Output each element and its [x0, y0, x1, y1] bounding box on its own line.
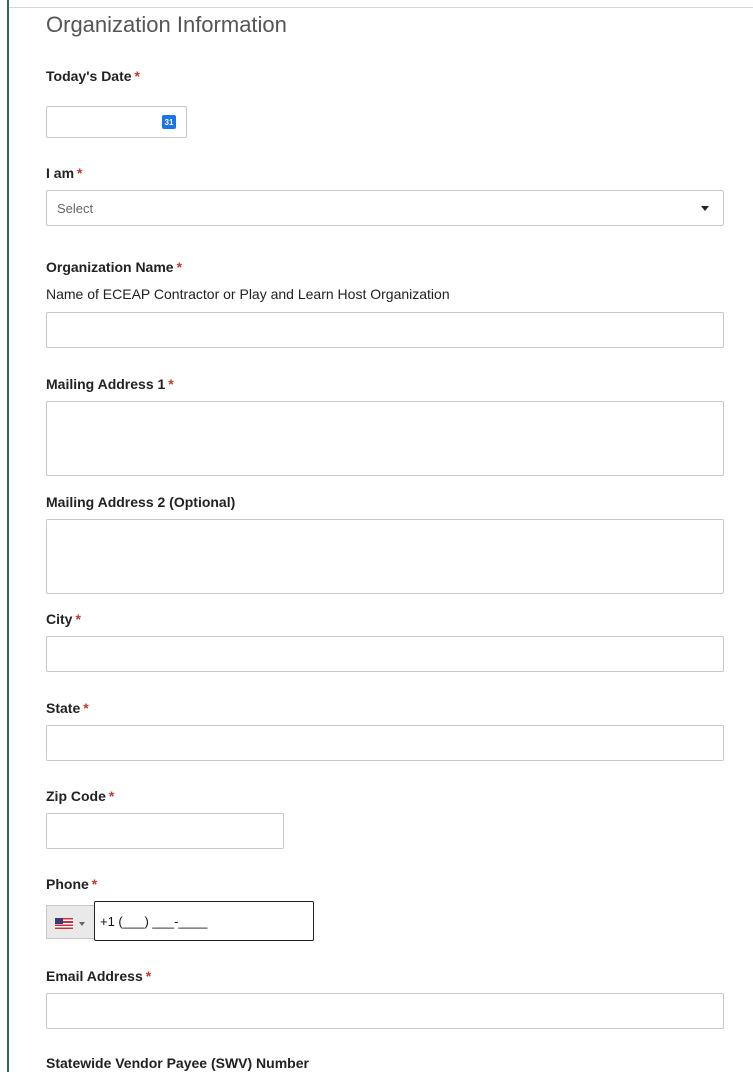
swv-number-label-text: Statewide Vendor Payee (SWV) Number: [46, 1055, 309, 1071]
phone-label-text: Phone: [46, 876, 89, 892]
mailing-address-2-textarea[interactable]: [46, 519, 724, 594]
city-label-text: City: [46, 611, 73, 627]
i-am-select[interactable]: Select: [46, 190, 724, 226]
state-label: State *: [46, 700, 89, 716]
required-marker: *: [176, 259, 183, 275]
todays-date-label-text: Today's Date: [46, 68, 132, 84]
todays-date-input[interactable]: 31: [46, 106, 187, 138]
i-am-label: I am *: [46, 165, 82, 181]
organization-name-label-text: Organization Name: [46, 259, 174, 275]
mailing-address-1-label-text: Mailing Address 1: [46, 376, 166, 392]
chevron-down-icon: [79, 922, 85, 926]
email-input[interactable]: [46, 993, 724, 1029]
i-am-label-text: I am: [46, 165, 75, 181]
organization-name-label: Organization Name *: [46, 259, 182, 275]
mailing-address-2-label-text: Mailing Address 2 (Optional): [46, 494, 236, 510]
organization-name-input[interactable]: [46, 312, 724, 348]
zip-code-input[interactable]: [46, 813, 284, 849]
email-label-text: Email Address: [46, 968, 143, 984]
i-am-selected-value: Select: [57, 201, 94, 216]
section-title: Organization Information: [46, 12, 287, 37]
swv-number-label: Statewide Vendor Payee (SWV) Number: [46, 1055, 309, 1071]
us-flag-icon: [55, 918, 73, 929]
todays-date-label: Today's Date *: [46, 68, 140, 84]
required-marker: *: [134, 68, 140, 84]
city-input[interactable]: [46, 636, 724, 672]
required-marker: *: [75, 611, 81, 627]
phone-label: Phone *: [46, 876, 97, 892]
organization-name-help: Name of ECEAP Contractor or Play and Lea…: [46, 286, 450, 302]
email-label: Email Address *: [46, 968, 151, 984]
state-label-text: State: [46, 700, 81, 716]
city-label: City *: [46, 611, 81, 627]
required-marker: *: [77, 165, 83, 181]
phone-field: +1 (___) ___-____: [46, 901, 314, 941]
zip-code-label-text: Zip Code: [46, 788, 106, 804]
required-marker: *: [168, 376, 174, 392]
zip-code-label: Zip Code *: [46, 788, 114, 804]
required-marker: *: [145, 968, 152, 984]
country-selector[interactable]: [46, 905, 94, 939]
state-input[interactable]: [46, 725, 724, 761]
chevron-down-icon: [701, 206, 709, 211]
page-accent-bar: [7, 0, 9, 1072]
mailing-address-2-label: Mailing Address 2 (Optional): [46, 494, 235, 510]
required-marker: *: [83, 700, 89, 716]
calendar-icon[interactable]: 31: [162, 115, 176, 129]
phone-input[interactable]: +1 (___) ___-____: [94, 901, 314, 941]
divider: [9, 7, 753, 8]
mailing-address-1-textarea[interactable]: [46, 401, 724, 476]
required-marker: *: [108, 788, 115, 804]
phone-mask: +1 (___) ___-____: [100, 914, 208, 929]
required-marker: *: [91, 876, 98, 892]
mailing-address-1-label: Mailing Address 1 *: [46, 376, 174, 392]
